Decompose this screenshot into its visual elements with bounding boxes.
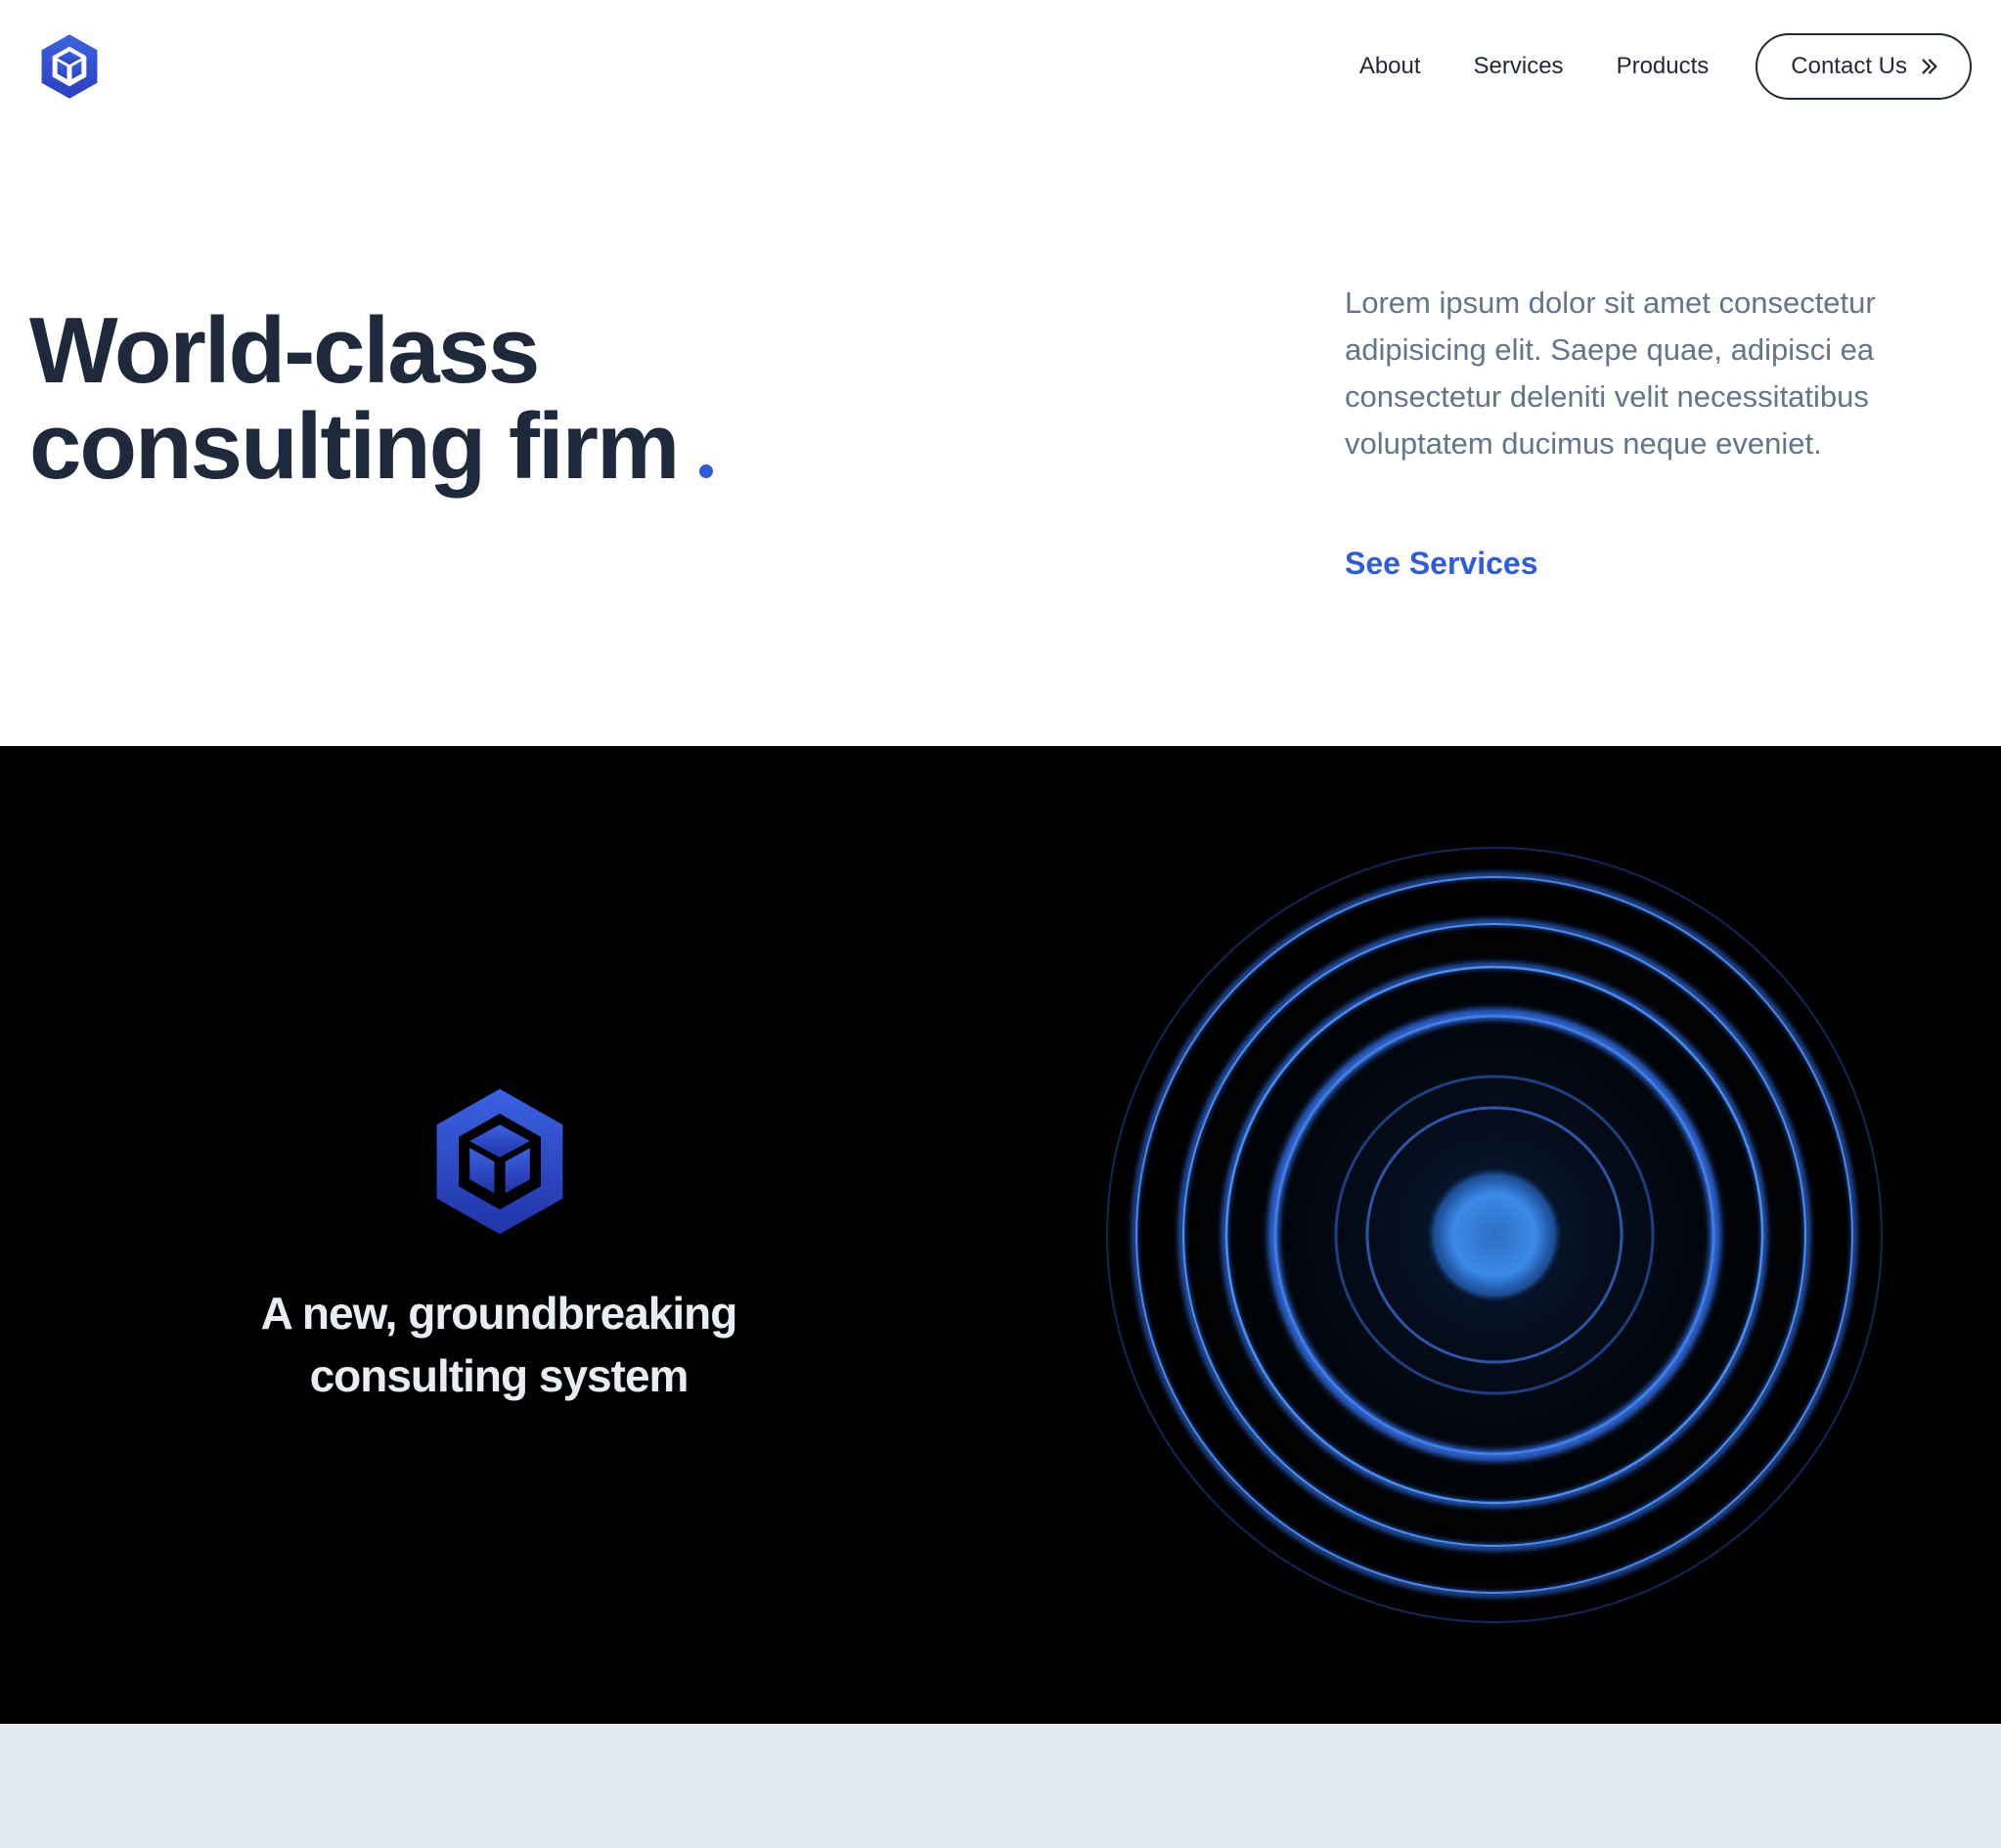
nav-about[interactable]: About [1359, 53, 1421, 80]
double-chevron-right-icon [1922, 59, 1937, 74]
nav-products[interactable]: Products [1617, 53, 1710, 80]
logo-icon[interactable] [39, 33, 100, 100]
feature-tagline: A new, groundbreaking consulting system [260, 1288, 738, 1401]
feature-section: A new, groundbreaking consulting system [0, 746, 2001, 1724]
concentric-rings-image [1103, 844, 1886, 1626]
hexagon-logo-icon [436, 1088, 563, 1235]
see-services-link[interactable]: See Services [1345, 546, 1538, 582]
accent-dot [699, 464, 714, 478]
contact-us-button[interactable]: Contact Us [1756, 33, 1972, 100]
site-header: About Services Products Contact Us [0, 0, 2001, 137]
main-nav: About Services Products Contact Us [1359, 33, 1972, 100]
next-section [0, 1724, 2001, 1848]
contact-us-label: Contact Us [1791, 53, 1907, 79]
nav-services[interactable]: Services [1474, 53, 1564, 80]
hero-title-line2: consulting firm [29, 394, 680, 499]
hero-title: World-class consulting firm [29, 303, 714, 495]
hero-title-line1: World-class [29, 298, 540, 403]
hero-description: Lorem ipsum dolor sit amet consectetur a… [1345, 286, 1876, 461]
